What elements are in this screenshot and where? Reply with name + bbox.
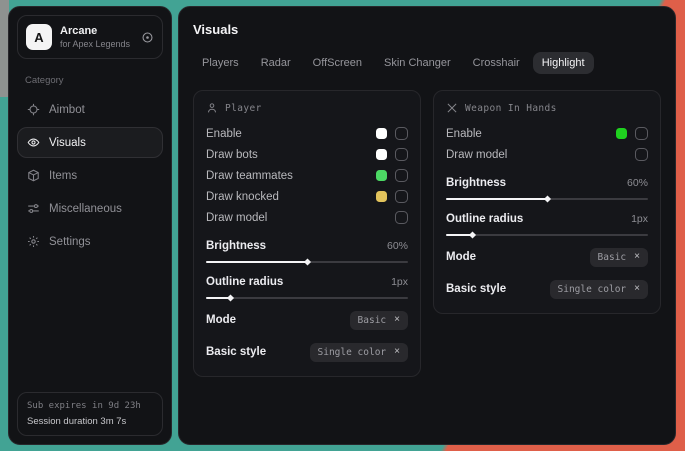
tab-skin-changer[interactable]: Skin Changer [375,52,460,74]
color-swatch[interactable] [376,128,387,139]
tab-radar[interactable]: Radar [252,52,300,74]
setting-row-draw-model: Draw model [206,207,408,228]
mode-tag[interactable]: Basic × [590,248,648,267]
app-header: A Arcane for Apex Legends [17,15,163,59]
gear-icon [27,235,40,248]
remove-tag-icon[interactable]: × [634,284,640,294]
sidebar-item-label: Aimbot [49,104,85,116]
remove-tag-icon[interactable]: × [394,347,400,357]
outline-radius-slider[interactable] [206,297,408,299]
checkbox[interactable] [395,169,408,182]
tag-row-basic-style: Basic style Single color × [206,341,408,363]
slider-row-brightness: Brightness 60% [206,236,408,263]
sidebar-item-settings[interactable]: Settings [17,226,163,257]
sidebar-item-miscellaneous[interactable]: Miscellaneous [17,193,163,224]
color-swatch[interactable] [616,128,627,139]
checkbox[interactable] [395,127,408,140]
player-settings-card: Player Enable Draw bots Draw teammates [193,90,421,377]
tab-bar: Players Radar OffScreen Skin Changer Cro… [193,52,661,74]
slider-value: 1px [631,213,648,225]
main-panel: Visuals Players Radar OffScreen Skin Cha… [178,6,676,445]
tab-offscreen[interactable]: OffScreen [304,52,371,74]
sidebar: A Arcane for Apex Legends Category Aimbo… [8,6,172,445]
weapon-settings-card: Weapon In Hands Enable Draw model Bright… [433,90,661,314]
brightness-slider[interactable] [446,198,648,200]
outline-radius-slider[interactable] [446,234,648,236]
setting-row-draw-knocked: Draw knocked [206,186,408,207]
tab-highlight[interactable]: Highlight [533,52,594,74]
weapon-icon [446,102,458,114]
setting-row-enable: Enable [206,123,408,144]
app-subtitle: for Apex Legends [60,39,133,49]
session-duration-text: Session duration 3m 7s [27,416,153,427]
sidebar-item-label: Miscellaneous [49,203,122,215]
subscription-info: Sub expires in 9d 23h Session duration 3… [17,392,163,436]
sidebar-item-items[interactable]: Items [17,160,163,191]
target-icon[interactable] [141,31,154,44]
tag-row-basic-style: Basic style Single color × [446,278,648,300]
slider-value: 60% [627,177,648,189]
tag-row-mode: Mode Basic × [446,246,648,268]
tag-row-mode: Mode Basic × [206,309,408,331]
slider-thumb[interactable] [544,195,551,202]
basic-style-tag[interactable]: Single color × [310,343,408,362]
checkbox[interactable] [395,190,408,203]
card-title: Weapon In Hands [465,103,557,114]
color-swatch[interactable] [376,149,387,160]
slider-value: 60% [387,240,408,252]
setting-row-enable: Enable [446,123,648,144]
slider-thumb[interactable] [304,258,311,265]
setting-row-draw-teammates: Draw teammates [206,165,408,186]
slider-thumb[interactable] [227,294,234,301]
checkbox[interactable] [395,211,408,224]
slider-row-outline-radius: Outline radius 1px [206,272,408,299]
sidebar-item-visuals[interactable]: Visuals [17,127,163,158]
app-logo: A [26,24,52,50]
checkbox[interactable] [635,148,648,161]
setting-row-draw-bots: Draw bots [206,144,408,165]
tab-players[interactable]: Players [193,52,248,74]
tab-crosshair[interactable]: Crosshair [464,52,529,74]
brightness-slider[interactable] [206,261,408,263]
box-icon [27,169,40,182]
sidebar-item-label: Items [49,170,77,182]
slider-value: 1px [391,276,408,288]
eye-icon [27,136,40,149]
sidebar-item-label: Visuals [49,137,86,149]
mode-tag[interactable]: Basic × [350,311,408,330]
remove-tag-icon[interactable]: × [394,315,400,325]
app-title: Arcane [60,25,133,37]
crosshair-icon [27,103,40,116]
slider-thumb[interactable] [469,231,476,238]
checkbox[interactable] [395,148,408,161]
sidebar-item-label: Settings [49,236,91,248]
card-title: Player [225,103,262,114]
color-swatch[interactable] [376,170,387,181]
checkbox[interactable] [635,127,648,140]
color-swatch[interactable] [376,191,387,202]
setting-row-draw-model: Draw model [446,144,648,165]
slider-row-outline-radius: Outline radius 1px [446,209,648,236]
sub-expiry-text: Sub expires in 9d 23h [27,401,153,411]
player-icon [206,102,218,114]
sliders-icon [27,202,40,215]
page-title: Visuals [193,22,661,37]
sidebar-nav: Aimbot Visuals Items Mi [17,94,163,257]
remove-tag-icon[interactable]: × [634,252,640,262]
sidebar-item-aimbot[interactable]: Aimbot [17,94,163,125]
slider-row-brightness: Brightness 60% [446,173,648,200]
category-label: Category [25,75,155,86]
basic-style-tag[interactable]: Single color × [550,280,648,299]
